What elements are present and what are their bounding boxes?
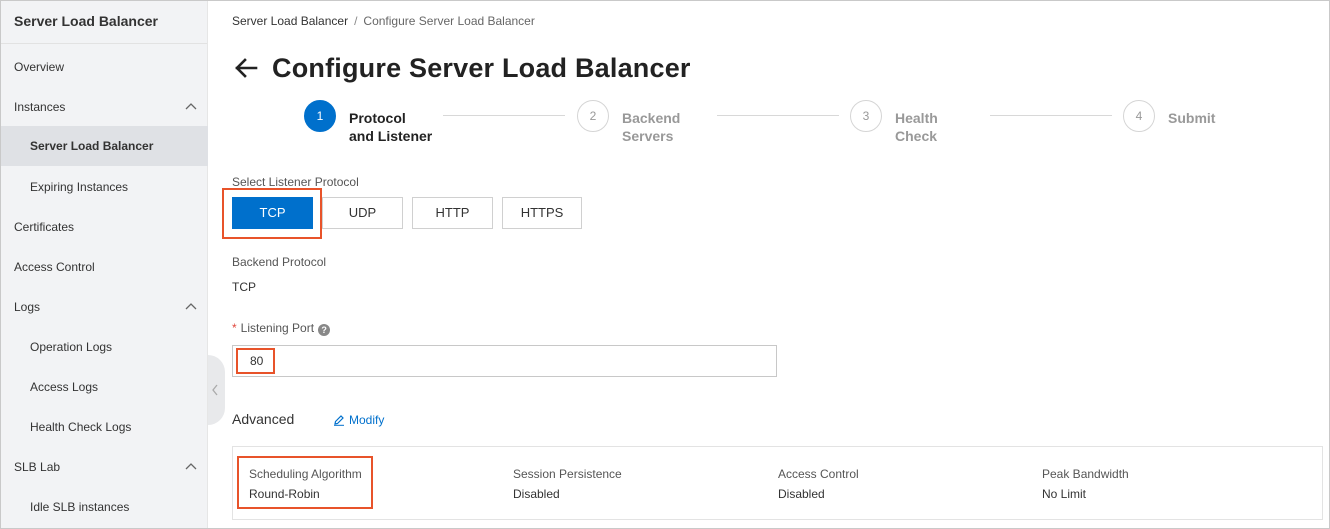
sidebar-item-label: Idle SLB instances: [30, 500, 130, 514]
breadcrumb-root[interactable]: Server Load Balancer: [232, 14, 348, 28]
step-connector: [443, 115, 565, 116]
step-label-line: Submit: [1168, 110, 1216, 126]
breadcrumb-separator: /: [354, 14, 358, 28]
sidebar-item-health-check-logs[interactable]: Health Check Logs: [1, 407, 208, 447]
sidebar-item-access-logs[interactable]: Access Logs: [1, 367, 208, 407]
step-label-line: Protocol: [349, 110, 406, 126]
listening-port-input[interactable]: 80: [232, 345, 777, 377]
step-protocol-listener: 1 Protocol and Listener: [304, 100, 439, 145]
sidebar-item-operation-logs[interactable]: Operation Logs: [1, 327, 208, 367]
advanced-label: Advanced: [232, 411, 295, 427]
breadcrumb: Server Load Balancer / Configure Server Lo…: [232, 14, 535, 28]
sidebar-item-label: Logs: [14, 300, 41, 314]
sidebar-item-label: Expiring Instances: [30, 180, 129, 194]
required-marker: *: [232, 321, 237, 335]
backend-protocol-value: TCP: [232, 280, 256, 294]
step-connector: [990, 115, 1112, 116]
modify-link-label: Modify: [349, 413, 385, 427]
step-number: 2: [577, 100, 609, 132]
step-label: Protocol and Listener: [349, 109, 439, 145]
step-label: Submit: [1168, 109, 1258, 127]
step-number: 4: [1123, 100, 1155, 132]
sidebar-item-label: Instances: [14, 100, 66, 114]
sidebar-item-instances[interactable]: Instances: [1, 87, 208, 127]
highlight-box-scheduling: [237, 456, 373, 509]
setting-value: No Limit: [1042, 487, 1087, 501]
sidebar: Server Load Balancer Overview Instances …: [1, 1, 208, 528]
sidebar-item-expiring-instances[interactable]: Expiring Instances: [1, 167, 208, 207]
setting-peak-bandwidth: Peak Bandwidth No Limit: [1042, 467, 1129, 501]
arrow-left-icon[interactable]: [232, 54, 260, 82]
step-submit: 4 Submit: [1123, 100, 1258, 132]
sidebar-collapse-handle[interactable]: [208, 355, 225, 425]
listening-port-label-text: Listening Port: [240, 321, 315, 335]
setting-session-persistence: Session Persistence Disabled: [513, 467, 622, 501]
protocol-option-http[interactable]: HTTP: [412, 197, 493, 229]
sidebar-item-label: SLB Lab: [14, 460, 61, 474]
chevron-left-icon: [212, 384, 218, 396]
step-label-line: Health: [895, 110, 938, 126]
setting-key: Peak Bandwidth: [1042, 467, 1129, 481]
step-number: 1: [304, 100, 336, 132]
setting-value: Disabled: [778, 487, 825, 501]
step-label: Health Check: [895, 109, 985, 145]
sidebar-item-server-load-balancer[interactable]: Server Load Balancer: [1, 126, 208, 166]
listener-protocol-label: Select Listener Protocol: [232, 175, 359, 189]
help-icon[interactable]: ?: [318, 324, 331, 336]
modify-link[interactable]: Modify: [333, 413, 384, 427]
step-health-check: 3 Health Check: [850, 100, 985, 145]
setting-key: Access Control: [778, 467, 859, 481]
edit-icon: [334, 415, 344, 426]
chevron-up-icon: [185, 303, 197, 310]
sidebar-item-slb-lab[interactable]: SLB Lab: [1, 447, 208, 487]
breadcrumb-current: Configure Server Load Balancer: [363, 14, 535, 28]
step-backend-servers: 2 Backend Servers: [577, 100, 712, 145]
step-number: 3: [850, 100, 882, 132]
step-label-line: Check: [895, 128, 938, 144]
protocol-option-https[interactable]: HTTPS: [502, 197, 582, 229]
sidebar-item-label: Health Check Logs: [30, 420, 132, 434]
setting-value: Disabled: [513, 487, 560, 501]
chevron-up-icon: [185, 103, 197, 110]
sidebar-item-logs[interactable]: Logs: [1, 287, 208, 327]
protocol-option-udp[interactable]: UDP: [322, 197, 403, 229]
chevron-up-icon: [185, 463, 197, 470]
step-label-line: Servers: [622, 128, 674, 144]
sidebar-item-label: Certificates: [14, 220, 75, 234]
sidebar-item-certificates[interactable]: Certificates: [1, 207, 208, 247]
sidebar-item-overview[interactable]: Overview: [1, 47, 208, 87]
sidebar-item-label: Server Load Balancer: [30, 139, 154, 153]
step-label-line: Backend: [622, 110, 681, 126]
setting-key: Session Persistence: [513, 467, 622, 481]
backend-protocol-label: Backend Protocol: [232, 255, 327, 269]
sidebar-item-label: Operation Logs: [30, 340, 113, 354]
highlight-box-port: [236, 348, 275, 374]
page-title: Configure Server Load Balancer: [272, 52, 691, 83]
sidebar-item-idle-slb-instances[interactable]: Idle SLB instances: [1, 487, 208, 527]
advanced-settings-panel: Scheduling Algorithm Round-Robin Session…: [232, 446, 1323, 520]
setting-access-control: Access Control Disabled: [778, 467, 859, 501]
listening-port-label: * Listening Port?: [232, 321, 331, 336]
step-connector: [717, 115, 839, 116]
sidebar-item-label: Access Control: [14, 260, 95, 274]
step-label: Backend Servers: [622, 109, 712, 145]
step-label-line: and Listener: [349, 128, 433, 144]
page-header: Configure Server Load Balancer: [232, 50, 691, 86]
sidebar-item-label: Access Logs: [30, 380, 99, 394]
sidebar-item-access-control[interactable]: Access Control: [1, 247, 208, 287]
highlight-box-protocol: [222, 188, 322, 239]
sidebar-title: Server Load Balancer: [1, 1, 207, 44]
sidebar-item-label: Overview: [14, 60, 65, 74]
